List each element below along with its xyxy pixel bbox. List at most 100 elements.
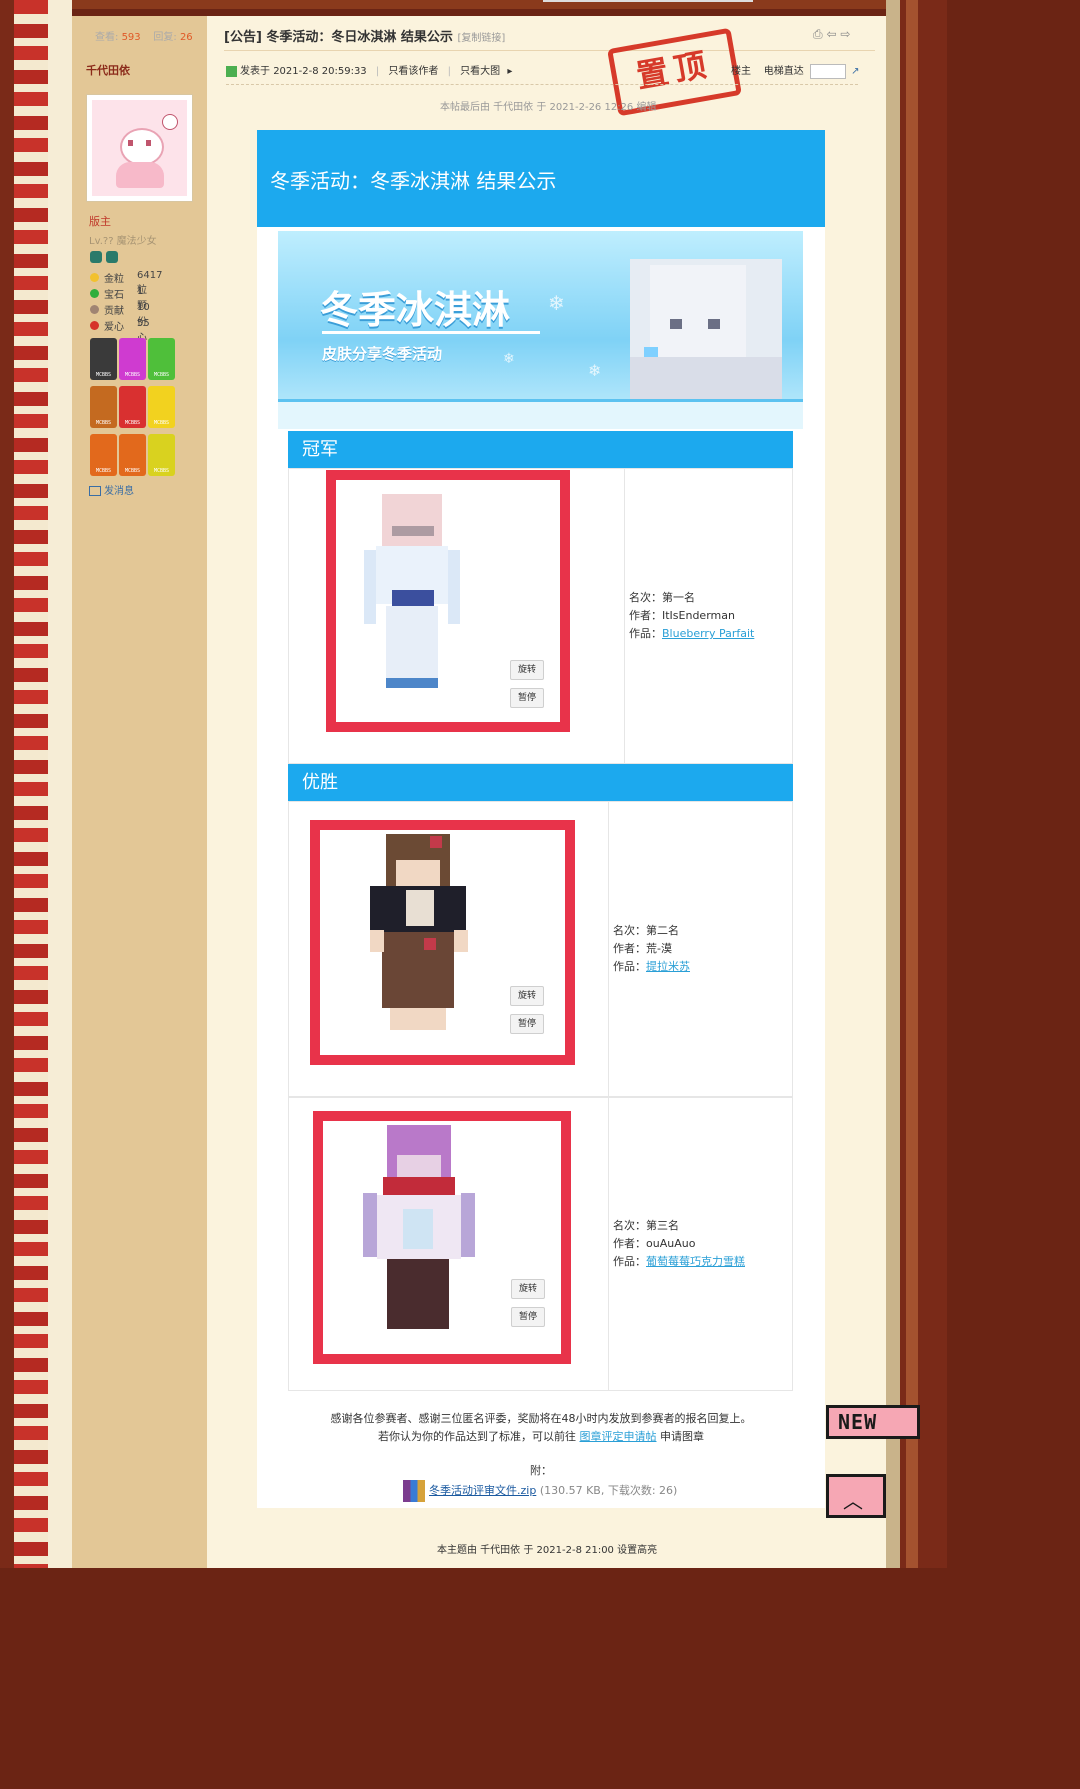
author-stat: 宝石 1 颗 [90, 286, 147, 312]
entry-work-link[interactable]: 葡萄莓莓巧克力雪糕 [646, 1255, 745, 1268]
right-decoration-band [886, 0, 900, 1568]
badge-label: MCBBS [95, 468, 112, 474]
author-level: Lv.?? 魔法少女 [89, 236, 157, 247]
medal-badge[interactable]: MCBBS [119, 434, 146, 476]
medal-badge[interactable]: MCBBS [148, 386, 175, 428]
snowflake-icon: ❄ [548, 291, 565, 315]
top-search-input[interactable] [543, 0, 753, 2]
attachment-label: 附： [530, 1464, 552, 1477]
pause-button[interactable]: 暂停 [511, 1307, 545, 1327]
previous-thread-icon[interactable]: ⇦ [826, 27, 836, 41]
author-stat: 金粒 6417 粒 [90, 270, 162, 296]
views-label: 查看: [95, 32, 119, 43]
apply-link[interactable]: 图章评定申请帖 [580, 1430, 657, 1443]
skin-viewer-1[interactable]: 旋转 暂停 [326, 470, 570, 732]
post-header: 冬季活动：冬季冰淇淋 结果公示 [257, 130, 825, 227]
badge-label: MCBBS [153, 420, 170, 426]
send-message-link[interactable]: 发消息 [89, 482, 134, 497]
medal-badge[interactable]: MCBBS [119, 338, 146, 380]
elevator-label: 电梯直达 [763, 66, 804, 77]
left-decoration-dark [0, 0, 14, 1568]
banner-title: 冬季冰淇淋 [320, 288, 511, 332]
badge-grid: MCBBS MCBBS MCBBS MCBBS MCBBS MCBBS MCBBS MCBBS… [90, 338, 180, 482]
back-to-top-button[interactable]: ︿ [826, 1474, 886, 1518]
entry-rank: 第三名 [646, 1219, 679, 1232]
posted-time: 2021-2-8 20:59:33 [273, 66, 367, 77]
post-info: 发表于 2021-2-8 20:59:33 | 只看该作者 | 只看大图 ▸ [226, 62, 512, 77]
mail-icon [89, 486, 101, 496]
medal-badge[interactable]: MCBBS [90, 434, 117, 476]
thread-tools: ⎙ ⇦ ⇨ [813, 27, 850, 42]
send-message-label: 发消息 [104, 486, 134, 497]
right-decoration-band-2 [906, 0, 918, 1568]
snowflake-icon: ❄ [503, 351, 515, 367]
badge-label: MCBBS [153, 468, 170, 474]
new-tag[interactable]: NEW [826, 1402, 924, 1442]
badge-label: MCBBS [95, 372, 112, 378]
stat-label: 贡献 [104, 306, 124, 317]
only-big-image-link[interactable]: 只看大图 [460, 66, 500, 77]
stat-icon [90, 321, 99, 330]
stat-icon [90, 305, 99, 314]
elevator-input[interactable] [809, 63, 846, 79]
floor-label: 楼主 [731, 66, 751, 77]
author-role: 版主 [89, 215, 111, 228]
medal-badge[interactable]: MCBBS [90, 338, 117, 380]
author-stats: 金粒6417 粒宝石1 颗贡献10 份爱心55 心 [90, 270, 162, 344]
post-info-divider [226, 84, 858, 85]
thread-title: [公告] 冬季活动：冬日冰淇淋 结果公示 [复制链接] [224, 26, 505, 45]
highlight-note: 本主题由 千代田依 于 2021-2-8 21:00 设置高亮 [437, 1545, 658, 1556]
apply-text: 若你认为你的作品达到了标准，可以前往 图章评定申请帖 申请图章 [378, 1430, 704, 1443]
triangle-right-icon[interactable]: ▸ [507, 66, 512, 77]
entry-work-link[interactable]: 提拉米苏 [646, 960, 690, 973]
rotate-button[interactable]: 旋转 [511, 1279, 545, 1299]
entry-author: ouAuAuo [646, 1237, 696, 1250]
badge-label: MCBBS [124, 420, 141, 426]
rotate-button[interactable]: 旋转 [510, 660, 544, 680]
bus-icon [90, 251, 102, 263]
print-icon[interactable]: ⎙ [813, 27, 823, 41]
post-header-title: 冬季活动：冬季冰淇淋 结果公示 [270, 169, 557, 193]
chevron-up-icon: ︿ [843, 1489, 863, 1513]
medal-badge[interactable]: MCBBS [119, 386, 146, 428]
entry-author: 荒-漠 [646, 942, 672, 955]
stat-label: 金粒 [104, 274, 124, 285]
stat-icon [90, 289, 99, 298]
medal-badge[interactable]: MCBBS [90, 386, 117, 428]
copy-link[interactable]: [复制链接] [457, 33, 505, 44]
author-stat: 爱心55 心 [90, 318, 150, 344]
stat-label: 宝石 [104, 290, 124, 301]
next-thread-icon[interactable]: ⇨ [840, 27, 850, 41]
creeper-icon [226, 65, 237, 77]
author-stat: 贡献 10 份 [90, 302, 150, 328]
floor-nav: 楼主 电梯直达 ↗ [731, 62, 859, 79]
stat-icon [90, 273, 99, 282]
attachment-link[interactable]: 冬季活动评审文件.zip [429, 1484, 536, 1497]
badge-label: MCBBS [124, 372, 141, 378]
rotate-button[interactable]: 旋转 [510, 986, 544, 1006]
entry-info-2: 名次：第二名 作者：荒-漠 作品：提拉米苏 [613, 924, 690, 973]
medal-badge[interactable]: MCBBS [148, 434, 175, 476]
entry-work-link[interactable]: Blueberry Parfait [662, 627, 754, 640]
section-winners: 优胜 [288, 764, 793, 801]
title-divider [224, 50, 875, 51]
pause-button[interactable]: 暂停 [510, 1014, 544, 1034]
entry-divider [624, 468, 625, 764]
avatar[interactable] [86, 94, 193, 202]
entry-info-3: 名次：第三名 作者：ouAuAuo 作品：葡萄莓莓巧克力雪糕 [613, 1219, 745, 1268]
pause-button[interactable]: 暂停 [510, 688, 544, 708]
thread-stats: 查看: 593 回复: 26 [95, 28, 193, 43]
only-author-link[interactable]: 只看该作者 [388, 66, 438, 77]
badge-label: MCBBS [124, 468, 141, 474]
badge-label: MCBBS [95, 420, 112, 426]
attachment: 冬季活动评审文件.zip (130.57 KB, 下载次数: 26) [403, 1480, 677, 1502]
banner-wave [278, 399, 803, 429]
section-champion: 冠军 [288, 431, 793, 468]
author-name[interactable]: 千代田依 [86, 62, 130, 78]
medal-badge[interactable]: MCBBS [148, 338, 175, 380]
skin-viewer-2[interactable]: 旋转 暂停 [310, 820, 575, 1065]
skin-viewer-3[interactable]: 旋转 暂停 [313, 1111, 571, 1364]
zip-file-icon [403, 1480, 425, 1502]
event-banner: ❄ ❄ ❄ ❄ 冬季冰淇淋 皮肤分享冬季活动 [278, 231, 803, 429]
jump-icon[interactable]: ↗ [851, 66, 859, 77]
